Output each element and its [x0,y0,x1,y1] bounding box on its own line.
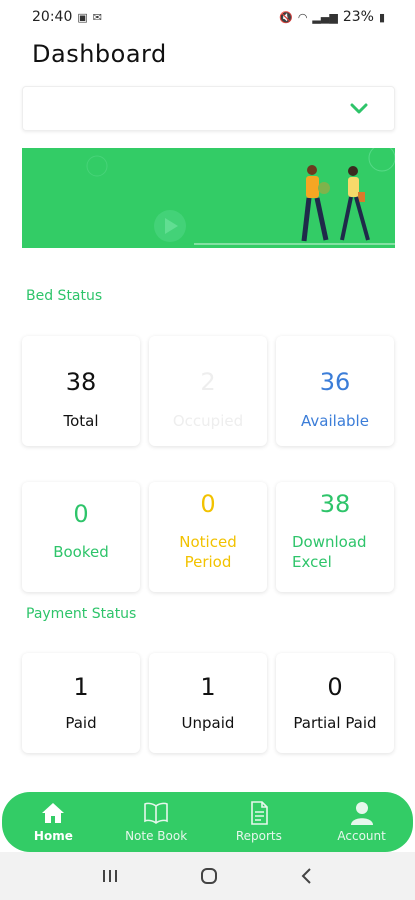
bottom-navigation: Home Note Book Reports Account [2,792,413,852]
occupied-beds-label: Occupied [172,412,244,430]
chevron-down-icon [350,103,368,113]
notice-period-count: 0 [200,490,216,518]
notice-period-label: Noticed Period [179,533,237,571]
booked-beds-count: 0 [73,500,89,528]
download-excel-count: 38 [319,490,351,518]
available-beds-label: Available [301,412,369,430]
notice-period-card[interactable]: 0 Noticed Period [149,482,267,592]
gallery-icon: ▣ [77,10,88,24]
status-bar: 20:40 ▣ ✉ 🔇 ◠ ▂▄▆ 23% ▮ [0,0,415,34]
battery-text: 23% [342,9,374,25]
nav-item-account[interactable]: Account [312,801,412,843]
unpaid-card[interactable]: 1 Unpaid [149,653,267,753]
nav-item-home[interactable]: Home [3,801,103,843]
home-circle-icon[interactable] [200,867,218,885]
document-icon [251,801,268,825]
total-beds-label: Total [63,412,99,430]
download-excel-card[interactable]: 38 Download Excel [276,482,394,592]
booked-beds-label: Booked [53,543,109,561]
total-beds-card[interactable]: 38 Total [22,336,140,446]
paid-count: 1 [73,673,89,701]
available-beds-count: 36 [319,368,351,396]
mute-icon: 🔇 [279,10,293,24]
nav-item-reports[interactable]: Reports [209,801,309,843]
dashboard-banner [22,148,395,248]
battery-icon: ▮ [378,10,385,24]
user-icon [350,802,373,825]
occupied-beds-card[interactable]: 2 Occupied [149,336,267,446]
partial-paid-label: Partial Paid [293,714,377,732]
nav-label-reports: Reports [235,829,282,843]
booked-beds-card[interactable]: 0 Booked [22,482,140,592]
bed-status-label: Bed Status [26,288,103,304]
total-beds-count: 38 [65,368,97,396]
download-excel-label: Download Excel [292,533,367,571]
nav-label-account: Account [337,829,386,843]
hostel-select-dropdown[interactable] [22,86,395,131]
banner-illustration [86,148,395,245]
nav-label-home: Home [33,829,73,843]
unpaid-count: 1 [200,673,216,701]
occupied-beds-count: 2 [200,368,216,396]
page-title: Dashboard [32,40,167,68]
paid-card[interactable]: 1 Paid [22,653,140,753]
back-icon[interactable] [300,867,314,885]
partial-paid-count: 0 [327,673,343,701]
wifi-icon: ◠ [297,10,308,24]
nav-item-notebook[interactable]: Note Book [106,801,206,843]
partial-paid-card[interactable]: 0 Partial Paid [276,653,394,753]
payment-status-label: Payment Status [26,606,137,622]
signal-icon: ▂▄▆ [312,10,338,24]
recent-apps-icon[interactable] [101,868,119,884]
nav-label-notebook: Note Book [125,829,188,843]
status-time: 20:40 [32,9,73,25]
system-navigation-bar [0,852,415,900]
paid-label: Paid [65,714,97,732]
home-icon [42,803,65,823]
book-icon [144,802,168,824]
mail-icon: ✉ [92,10,102,24]
available-beds-card[interactable]: 36 Available [276,336,394,446]
unpaid-label: Unpaid [181,714,235,732]
